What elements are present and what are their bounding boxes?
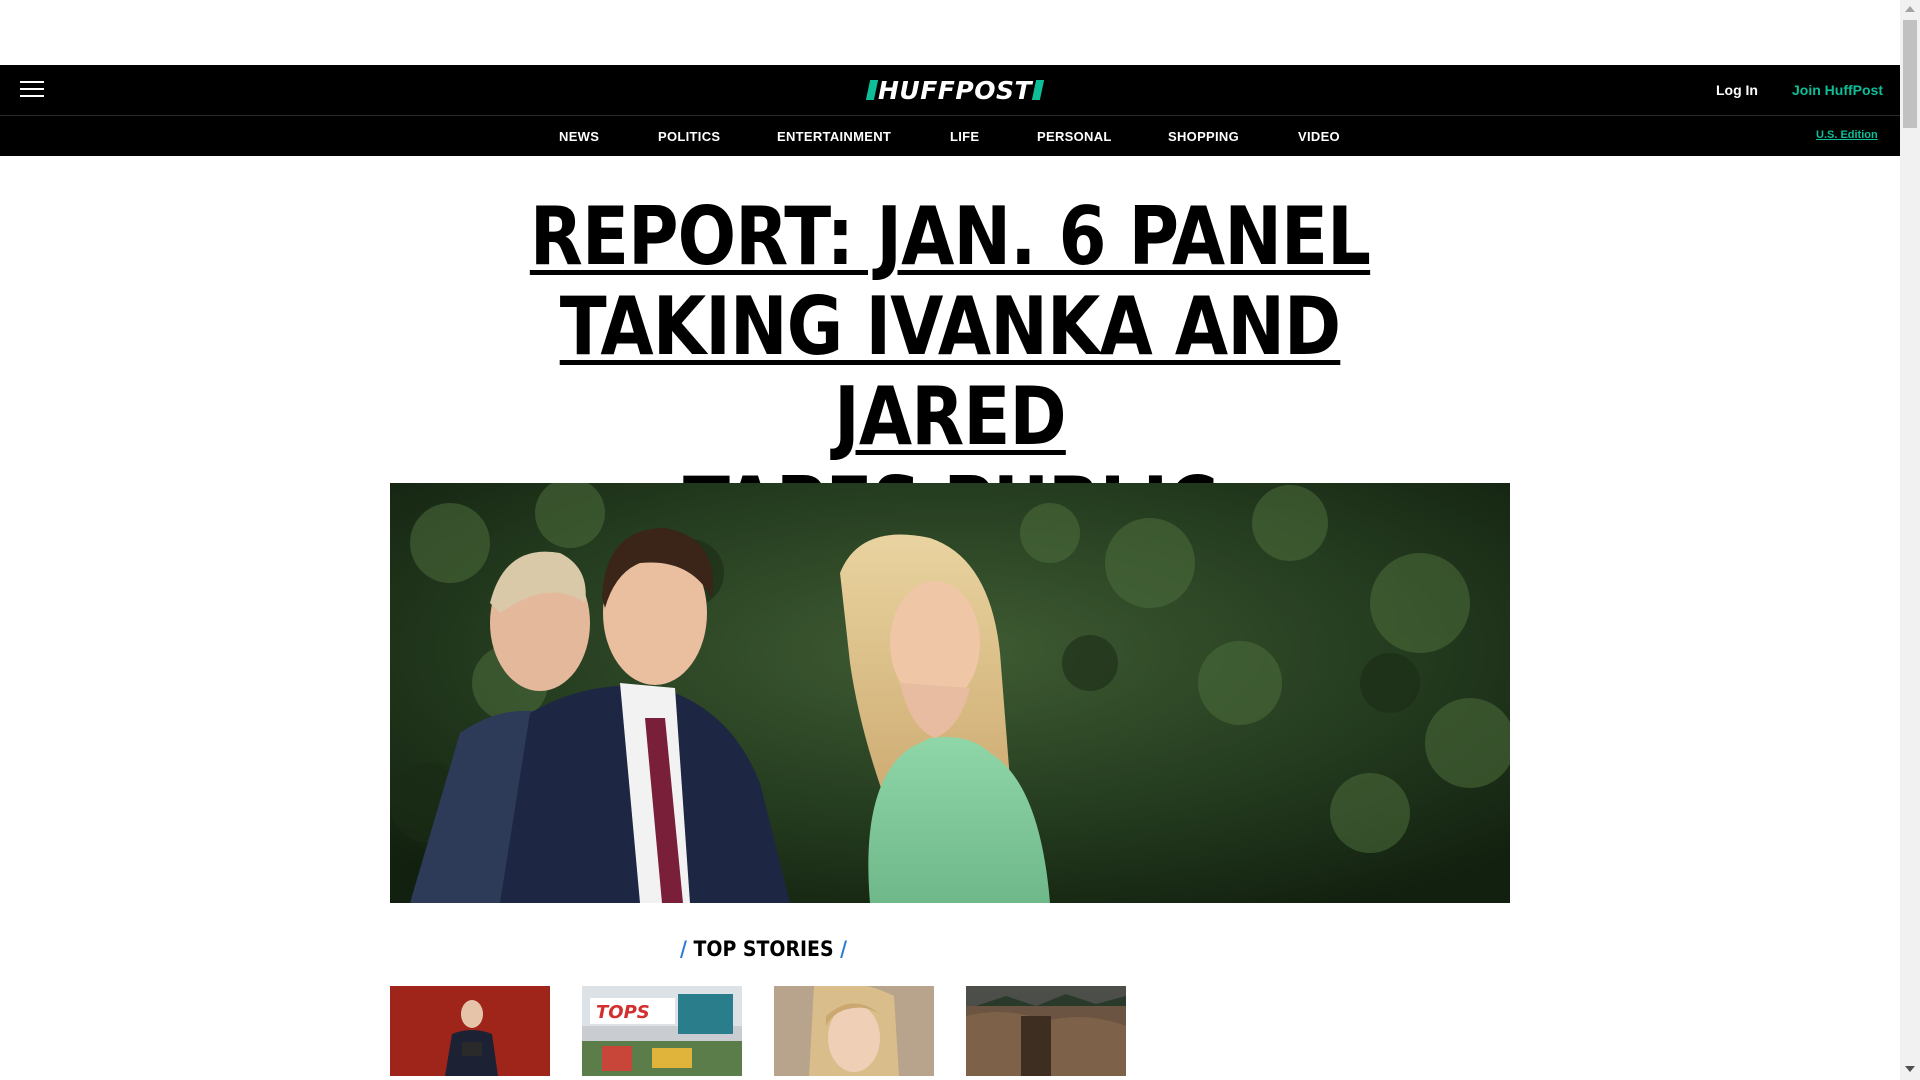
headline-line-2[interactable]: TAKING IVANKA AND JARED <box>560 280 1341 463</box>
edition-link[interactable]: U.S. Edition <box>1816 129 1878 141</box>
story-thumb-4[interactable] <box>966 986 1126 1076</box>
nav-items: NEWS POLITICS ENTERTAINMENT LIFE PERSONA… <box>0 116 1900 156</box>
headline-line-1[interactable]: REPORT: JAN. 6 PANEL <box>530 190 1371 283</box>
hamburger-icon[interactable] <box>20 81 44 99</box>
nav-item-personal[interactable]: PERSONAL <box>1037 129 1112 144</box>
ad-space <box>0 0 1900 65</box>
section-slash-icon: / <box>680 937 687 961</box>
story-thumb-2[interactable]: TOPS <box>582 986 742 1076</box>
hero-photo <box>390 483 1510 903</box>
story-thumb-1[interactable] <box>390 986 550 1076</box>
story-photo-1 <box>390 986 550 1076</box>
nav-item-politics[interactable]: POLITICS <box>658 129 720 144</box>
scrollbar-thumb[interactable] <box>1903 20 1917 128</box>
story-photo-4 <box>966 986 1126 1076</box>
nav-item-entertainment[interactable]: ENTERTAINMENT <box>777 129 891 144</box>
page-scrollbar[interactable] <box>1900 0 1920 1080</box>
top-stories-heading: / TOP STORIES / <box>680 937 847 961</box>
section-slash-icon: / <box>840 937 848 961</box>
scroll-down-arrow-icon[interactable] <box>1905 1066 1915 1072</box>
nav-item-news[interactable]: NEWS <box>559 129 599 144</box>
story-photo-2: TOPS <box>582 986 742 1076</box>
svg-text:TOPS: TOPS <box>596 1002 650 1023</box>
story-thumb-3[interactable] <box>774 986 934 1076</box>
logo-slash-left <box>865 80 879 100</box>
nav-item-life[interactable]: LIFE <box>950 129 979 144</box>
site-header: HUFFPOST Log In Join HuffPost <box>0 65 1900 116</box>
story-photo-3 <box>774 986 934 1076</box>
top-stories-label: TOP STORIES <box>693 937 834 961</box>
nav-item-shopping[interactable]: SHOPPING <box>1168 129 1239 144</box>
logo-slash-right <box>1031 80 1045 100</box>
hero-image[interactable] <box>390 483 1510 903</box>
join-link[interactable]: Join HuffPost <box>1792 82 1883 98</box>
nav-item-video[interactable]: VIDEO <box>1298 129 1340 144</box>
logo-text: HUFFPOST <box>878 75 1033 105</box>
section-nav: NEWS POLITICS ENTERTAINMENT LIFE PERSONA… <box>0 116 1900 156</box>
scroll-up-arrow-icon[interactable] <box>1905 6 1915 12</box>
login-link[interactable]: Log In <box>1716 82 1758 98</box>
huffpost-logo[interactable]: HUFFPOST <box>865 75 1045 105</box>
